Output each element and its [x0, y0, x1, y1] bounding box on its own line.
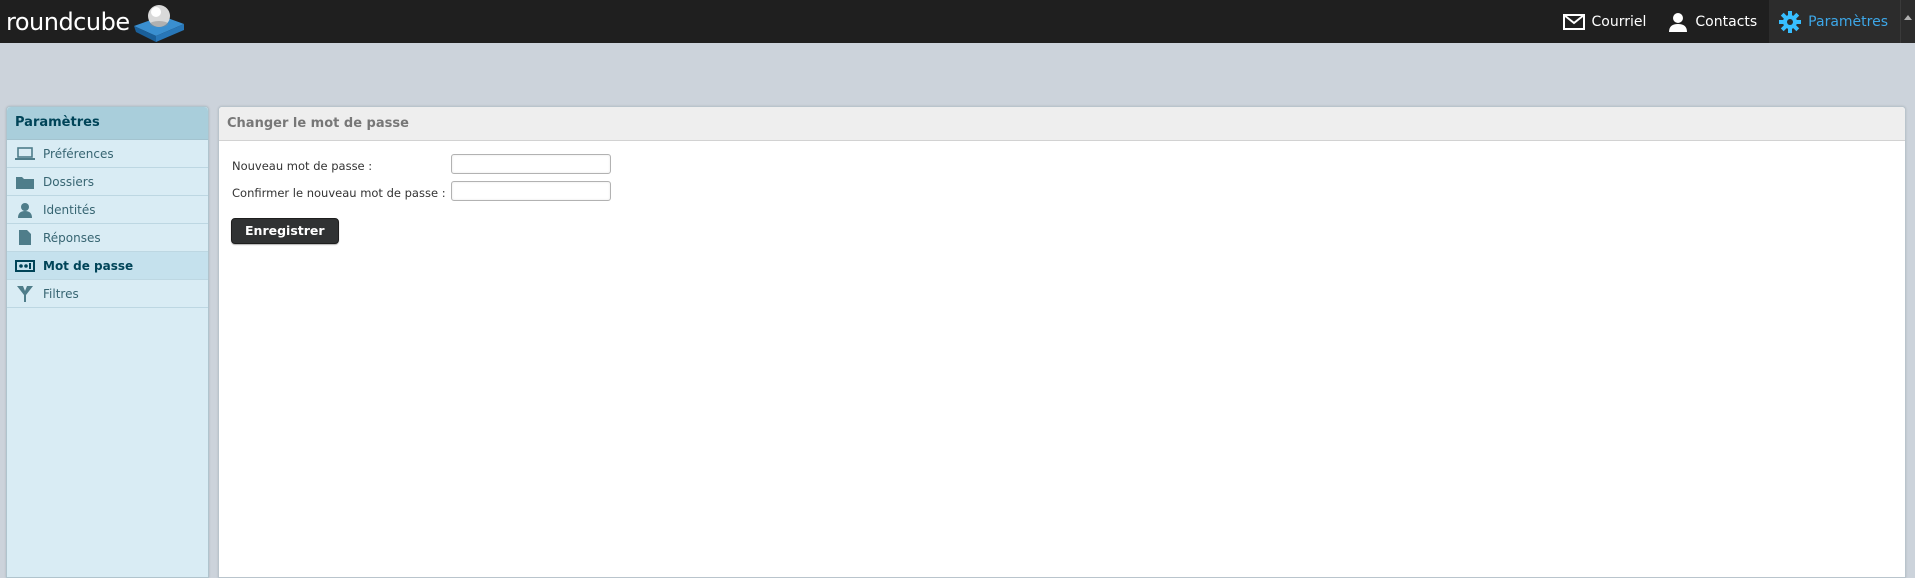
person-icon	[15, 202, 35, 218]
sidebar-item-label: Préférences	[43, 146, 114, 161]
collapse-caret-icon[interactable]	[1900, 0, 1915, 43]
settings-sidebar: Paramètres Préférences Dossiers Identité…	[6, 106, 209, 578]
save-button[interactable]: Enregistrer	[231, 218, 339, 244]
panel-title: Changer le mot de passe	[219, 107, 1905, 141]
sidebar-item-label: Réponses	[43, 230, 101, 245]
folder-icon	[15, 174, 35, 190]
confirm-password-label: Confirmer le nouveau mot de passe :	[232, 186, 446, 200]
laptop-icon	[15, 146, 35, 162]
person-icon	[1669, 12, 1688, 32]
envelope-icon	[1562, 13, 1585, 30]
nav-parametres[interactable]: Paramètres	[1769, 0, 1900, 43]
sidebar-item-label: Mot de passe	[43, 258, 134, 273]
sidebar-item-identites[interactable]: Identités	[7, 196, 208, 224]
nav-courriel-label: Courriel	[1591, 13, 1647, 30]
sidebar-item-mot-de-passe[interactable]: Mot de passe	[7, 252, 208, 280]
logo-text: roundcube	[6, 8, 130, 36]
sidebar-title: Paramètres	[7, 107, 208, 140]
sidebar-item-reponses[interactable]: Réponses	[7, 224, 208, 252]
roundcube-logo[interactable]: roundcube	[6, 2, 186, 42]
document-icon	[15, 230, 35, 246]
password-panel: Changer le mot de passe Nouveau mot de p…	[218, 106, 1906, 578]
sidebar-item-label: Filtres	[43, 286, 79, 301]
nav-parametres-label: Paramètres	[1808, 13, 1888, 30]
top-navigation: Courriel Contacts Paramètres	[1553, 0, 1915, 43]
top-bar: roundcube Courriel Contacts Paramètres	[0, 0, 1915, 43]
sidebar-item-dossiers[interactable]: Dossiers	[7, 168, 208, 196]
confirm-password-input[interactable]	[451, 181, 611, 201]
nav-courriel[interactable]: Courriel	[1553, 0, 1659, 43]
new-password-input[interactable]	[451, 154, 611, 174]
logo-box-icon	[134, 5, 184, 42]
new-password-label: Nouveau mot de passe :	[232, 159, 373, 173]
sidebar-item-label: Dossiers	[43, 174, 94, 189]
nav-contacts-label: Contacts	[1695, 13, 1758, 30]
sidebar-item-preferences[interactable]: Préférences	[7, 140, 208, 168]
nav-contacts[interactable]: Contacts	[1658, 0, 1769, 43]
sidebar-item-filtres[interactable]: Filtres	[7, 280, 208, 308]
filter-icon	[15, 285, 35, 302]
sidebar-item-label: Identités	[43, 202, 96, 217]
gear-icon	[1779, 10, 1802, 33]
password-icon	[15, 258, 35, 274]
